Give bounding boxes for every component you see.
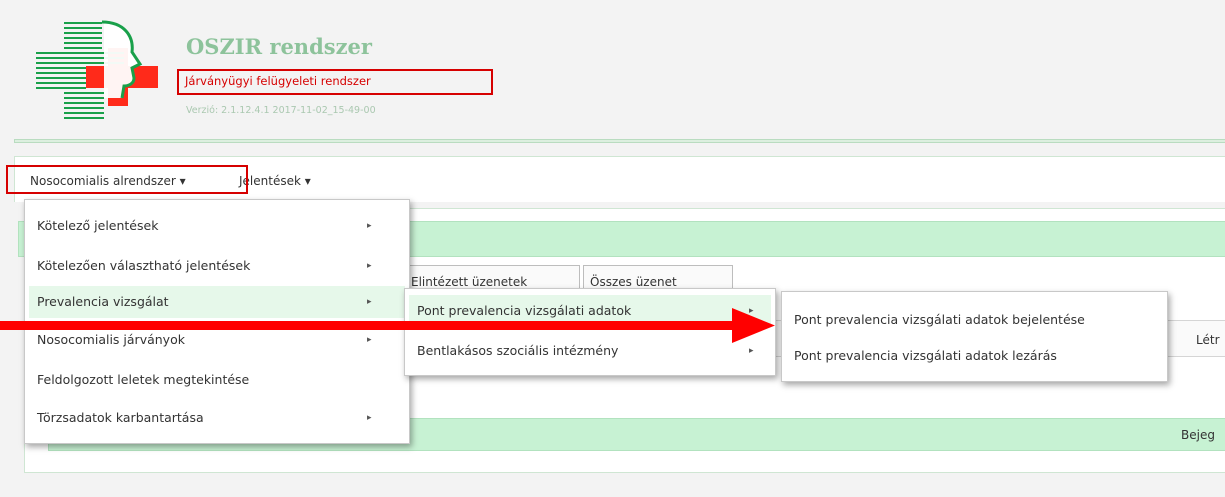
chevron-right-icon: ▸ [367,261,372,271]
app-title: OSZIR rendszer [186,34,372,59]
menu-item-label: Kötelezően választható jelentések [37,258,251,273]
app-subtitle: Járványügyi felügyeleti rendszer [177,69,493,95]
menu-item-kotelezo-jelentesek[interactable]: Kötelező jelentések ▸ [29,210,405,242]
menu-item-torzsadatok-karbantartasa[interactable]: Törzsadatok karbantartása ▸ [29,402,405,434]
header-divider [14,139,1225,143]
chevron-right-icon: ▸ [367,221,372,231]
menu-item-adatok-bejelentese[interactable]: Pont prevalencia vizsgálati adatok bejel… [786,304,1163,336]
arrow-right-icon [0,308,775,343]
menu-item-label: Törzsadatok karbantartása [37,410,204,425]
menu-item-label: Pont prevalencia vizsgálati adatok bejel… [794,312,1085,327]
menu-item-kotelezoen-valaszthato[interactable]: Kötelezően választható jelentések ▸ [29,250,405,282]
menu-item-label: Feldolgozott leletek megtekintése [37,372,250,387]
pont-prevalencia-submenu: Pont prevalencia vizsgálati adatok bejel… [781,291,1168,382]
menu-jelentesek[interactable]: Jelentések ▾ [239,174,311,188]
menu-item-feldolgozott-leletek[interactable]: Feldolgozott leletek megtekintése [29,364,405,396]
column-header-letrehozva[interactable]: Létr [1196,333,1220,347]
menu-item-label: Pont prevalencia vizsgálati adatok lezár… [794,348,1057,363]
oszir-logo-icon [36,20,158,119]
bejegyzesek-label: Bejeg [1181,428,1215,442]
app-version: Verzió: 2.1.12.4.1 2017-11-02_15-49-00 [186,105,376,116]
menu-item-label: Kötelező jelentések [37,218,159,233]
highlight-box [6,165,248,194]
chevron-right-icon: ▸ [367,413,372,423]
menu-item-adatok-lezaras[interactable]: Pont prevalencia vizsgálati adatok lezár… [786,340,1163,372]
app-root: OSZIR rendszer Járványügyi felügyeleti r… [0,0,1225,497]
